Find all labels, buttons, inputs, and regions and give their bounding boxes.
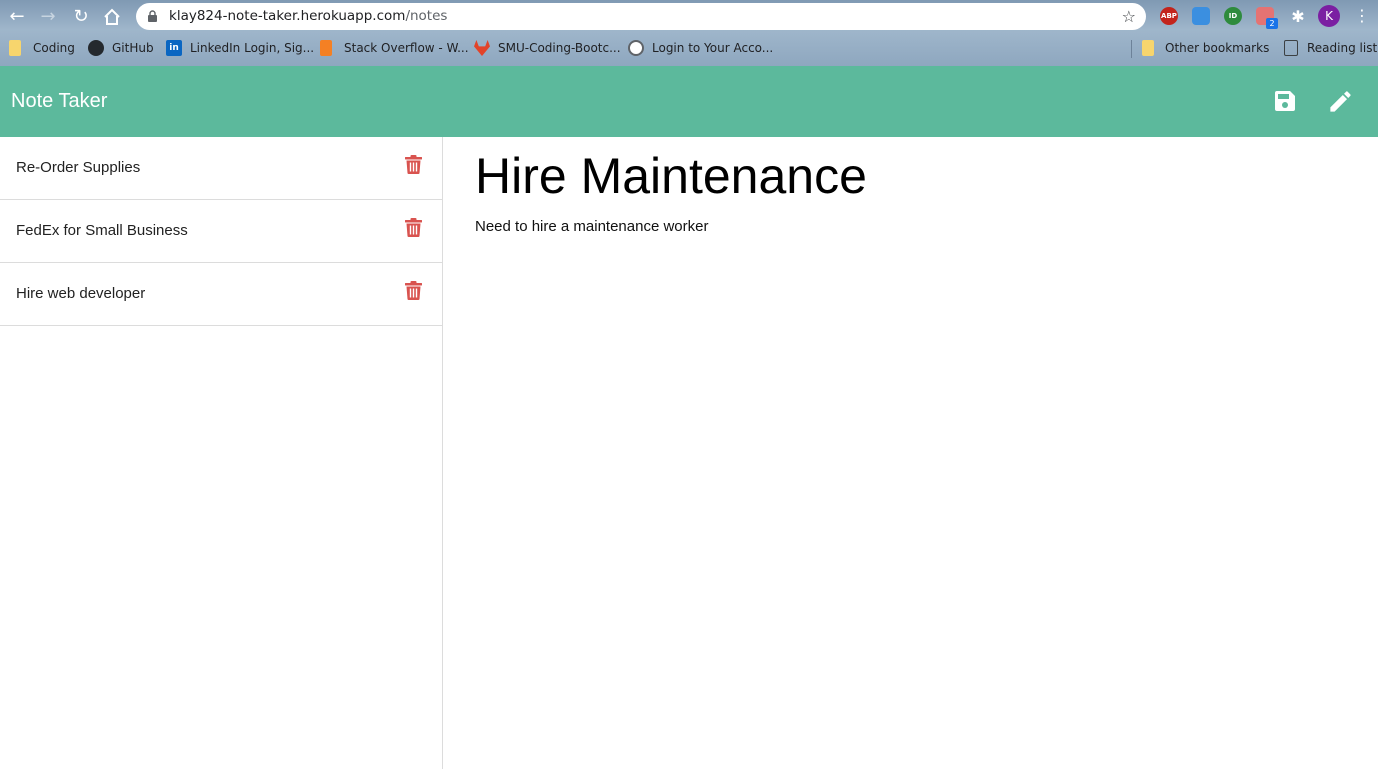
stackoverflow-icon (320, 40, 332, 56)
url-path: /notes (405, 8, 448, 24)
reading-list-label: Reading list (1307, 41, 1378, 55)
bookmark-label: GitHub (112, 41, 154, 55)
linkedin-icon: in (166, 40, 182, 56)
back-arrow-icon[interactable]: ← (5, 5, 29, 29)
reading-list-icon (1284, 40, 1298, 56)
gitlab-icon (474, 40, 490, 56)
bookmark-login[interactable]: Login to Your Acco... (628, 40, 773, 58)
brand-title[interactable]: Note Taker (11, 90, 107, 113)
other-bookmarks[interactable]: Other bookmarks (1142, 40, 1269, 58)
folder-icon (1142, 40, 1154, 56)
globe-icon (628, 40, 644, 56)
list-item[interactable]: Hire web developer (0, 263, 442, 326)
note-text-field[interactable]: Need to hire a maintenance worker (475, 218, 708, 235)
trash-icon[interactable] (405, 281, 422, 300)
home-icon[interactable] (100, 5, 124, 29)
notes-sidebar: Re-Order Supplies FedEx for Small Busine… (0, 137, 443, 769)
trash-icon[interactable] (405, 155, 422, 174)
extension-badge: 2 (1266, 18, 1278, 29)
bookmark-label: Login to Your Acco... (652, 41, 774, 55)
lock-icon (148, 10, 157, 22)
app-navbar: Note Taker (0, 66, 1378, 137)
browser-toolbar: ← → ↻ klay824-note-taker.herokuapp.com/n… (0, 0, 1378, 33)
abp-icon[interactable]: ABP (1160, 7, 1178, 25)
kebab-menu-icon[interactable]: ⋮ (1354, 4, 1370, 28)
list-item[interactable]: FedEx for Small Business (0, 200, 442, 263)
bookmark-github[interactable]: GitHub (88, 40, 154, 58)
bookmark-smu[interactable]: SMU-Coding-Bootc... (474, 40, 621, 58)
bookmark-coding[interactable]: Coding (9, 40, 75, 58)
reading-list[interactable]: Reading list (1284, 40, 1377, 58)
bookmarks-bar: Coding GitHub in LinkedIn Login, Sig... S… (0, 33, 1378, 64)
url-host: klay824-note-taker.herokuapp.com (169, 8, 406, 24)
forward-arrow-icon[interactable]: → (36, 5, 60, 29)
bookmark-stackoverflow[interactable]: Stack Overflow - W... (320, 40, 469, 58)
bookmark-label: Coding (33, 41, 75, 55)
note-title[interactable]: FedEx for Small Business (16, 222, 188, 239)
bookmark-star-icon[interactable]: ☆ (1122, 7, 1136, 26)
bookmark-label: Stack Overflow - W... (344, 41, 469, 55)
trash-icon[interactable] (405, 218, 422, 237)
note-title[interactable]: Hire web developer (16, 285, 145, 302)
save-note-icon[interactable] (1273, 89, 1297, 113)
note-title[interactable]: Re-Order Supplies (16, 159, 140, 176)
pencil-icon[interactable] (1327, 88, 1354, 115)
github-icon (88, 40, 104, 56)
puzzle-extensions-icon[interactable]: ✱ (1286, 5, 1310, 29)
profile-avatar[interactable]: K (1318, 5, 1340, 27)
browser-chrome: ← → ↻ klay824-note-taker.herokuapp.com/n… (0, 0, 1378, 66)
list-item[interactable]: Re-Order Supplies (0, 137, 442, 200)
other-bookmarks-label: Other bookmarks (1165, 41, 1270, 55)
reload-icon[interactable]: ↻ (69, 5, 93, 29)
bookmark-linkedin[interactable]: in LinkedIn Login, Sig... (166, 40, 314, 58)
bookmark-label: LinkedIn Login, Sig... (190, 41, 315, 55)
id-extension-icon[interactable]: ID (1224, 7, 1242, 25)
address-bar[interactable]: klay824-note-taker.herokuapp.com/notes ☆ (136, 3, 1146, 30)
bookmarks-divider (1131, 40, 1132, 58)
cloud-extension-icon[interactable] (1192, 7, 1210, 25)
bookmark-label: SMU-Coding-Bootc... (498, 41, 621, 55)
note-title-field[interactable]: Hire Maintenance (475, 146, 867, 206)
folder-icon (9, 40, 21, 56)
url-text: klay824-note-taker.herokuapp.com/notes (169, 8, 447, 24)
